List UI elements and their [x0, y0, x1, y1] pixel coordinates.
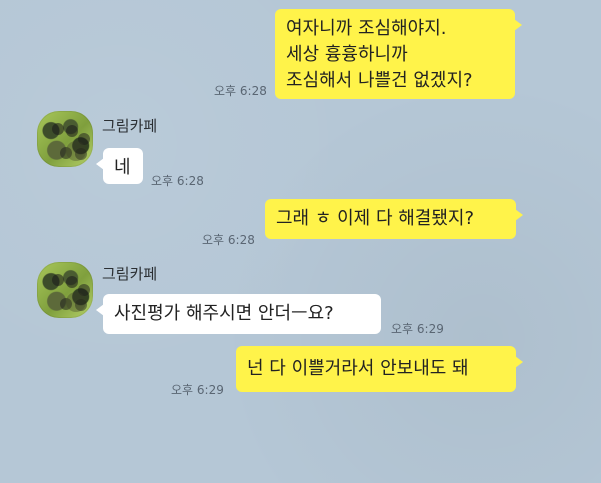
message-time: 오후 6:28 [151, 174, 204, 188]
message-time: 오후 6:28 [214, 84, 267, 98]
chat-room: 오후 6:28 여자니까 조심해야지. 세상 흉흉하니까 조심해서 나쁠건 없겠… [0, 0, 601, 483]
received-message-bubble[interactable]: 사진평가 해주시면 안더ㅡ요? [96, 294, 381, 334]
message-time: 오후 6:29 [171, 383, 224, 397]
sender-name: 그림카페 [102, 265, 158, 283]
profile-avatar[interactable] [37, 262, 93, 318]
sender-name: 그림카페 [102, 117, 158, 135]
sent-message-bubble[interactable]: 넌 다 이쁠거라서 안보내도 돼 [236, 346, 523, 392]
received-message-bubble[interactable]: 네 [96, 148, 143, 184]
message-time: 오후 6:29 [391, 322, 444, 336]
profile-avatar[interactable] [37, 111, 93, 167]
message-time: 오후 6:28 [202, 233, 255, 247]
sent-message-bubble[interactable]: 여자니까 조심해야지. 세상 흉흉하니까 조심해서 나쁠건 없겠지? [275, 9, 522, 99]
sent-message-bubble[interactable]: 그래 ㅎ 이제 다 해결됐지? [265, 199, 523, 239]
